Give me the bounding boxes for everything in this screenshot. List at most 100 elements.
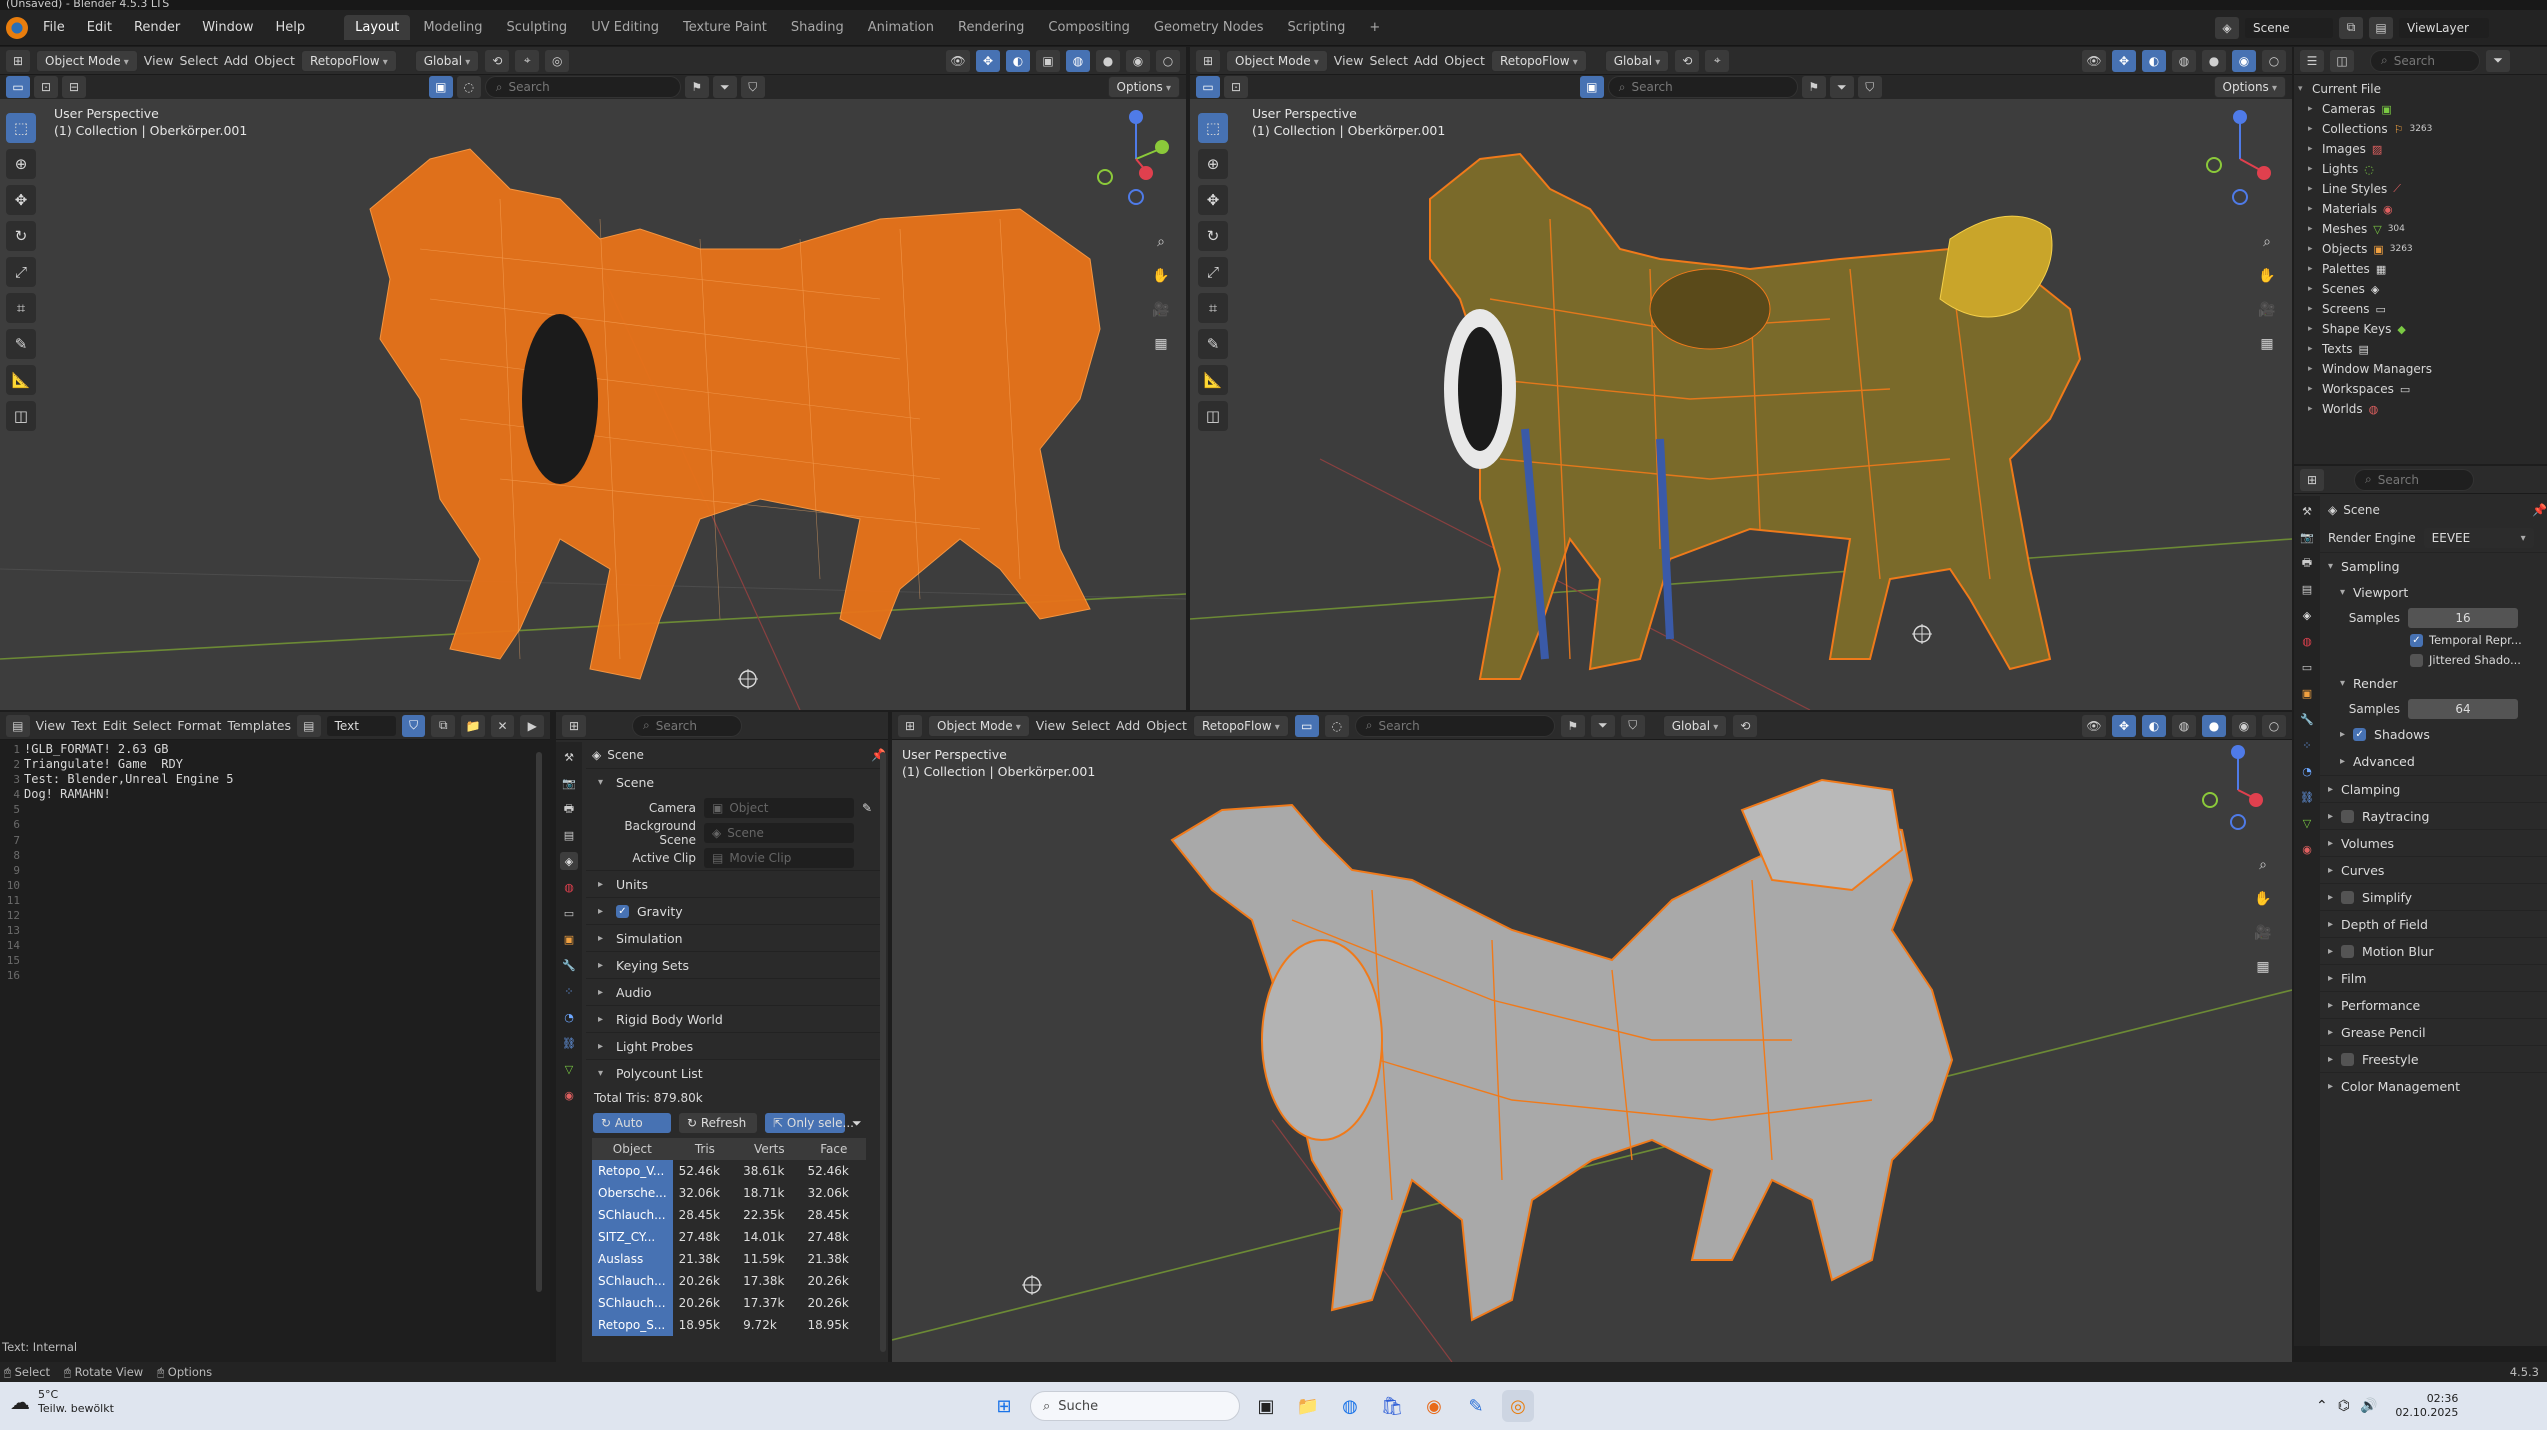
run-script-icon[interactable]: ▶ — [520, 714, 545, 737]
collection-tab-icon[interactable]: ▭ — [560, 904, 578, 922]
menu-view[interactable]: View — [1036, 718, 1066, 733]
viewport-top-left[interactable]: ⊞ Object Mode View Select Add Object Ret… — [0, 47, 1186, 710]
zoom-icon[interactable]: ⌕ — [2254, 229, 2280, 255]
properties-scrollbar[interactable] — [880, 752, 886, 1352]
open-text-icon[interactable]: 📁 — [461, 714, 485, 737]
auto-button[interactable]: ↻ Auto — [592, 1112, 672, 1134]
eyedropper-icon[interactable]: ✎ — [862, 801, 872, 815]
volume-icon[interactable]: 🔊 — [2360, 1398, 2377, 1414]
outliner-item-images[interactable]: ▸ Images ▨ — [2294, 139, 2547, 159]
editor-type-icon[interactable]: ⊞ — [2300, 468, 2324, 491]
viewport-samples-field[interactable]: 16 — [2408, 608, 2518, 628]
blender-logo-icon[interactable] — [6, 16, 28, 39]
shading-material-icon[interactable]: ◉ — [2232, 49, 2256, 72]
edge-icon[interactable]: ◍ — [1334, 1390, 1366, 1422]
new-scene-icon[interactable]: ⧉ — [2339, 16, 2363, 39]
viewport-canvas[interactable]: User Perspective (1) Collection | Oberkö… — [1190, 99, 2292, 710]
view-layer-tab-icon[interactable]: ▤ — [560, 826, 578, 844]
viewport-top-right[interactable]: ⊞ Object Mode View Select Add Object Ret… — [1190, 47, 2292, 710]
data-tab-icon[interactable]: ▽ — [560, 1060, 578, 1078]
shield-icon[interactable]: ⛉ — [1857, 76, 1882, 98]
rotate-tool[interactable]: ↻ — [6, 221, 36, 251]
outliner-search-input[interactable]: ⌕ Search — [2370, 49, 2480, 72]
transform-orientation-dropdown[interactable]: Global — [414, 49, 480, 72]
menu-text[interactable]: Text — [71, 718, 96, 733]
filter-icon[interactable]: ⏷ — [2486, 49, 2510, 72]
shading-wireframe-icon[interactable]: ◍ — [2172, 49, 2196, 72]
outliner-item-cameras[interactable]: ▸ Cameras ▣ — [2294, 99, 2547, 119]
visibility-icon[interactable]: 👁 — [946, 49, 970, 72]
panel-simplify[interactable]: ▸ Simplify — [2320, 883, 2547, 910]
object-name-cell[interactable]: SITZ_CY... — [592, 1226, 673, 1248]
filter-mesh-icon[interactable]: ▣ — [428, 76, 453, 98]
select-mode-icon[interactable]: ▭ — [6, 76, 30, 98]
overlay-icon[interactable]: ◐ — [2142, 49, 2166, 72]
outliner-item-objects[interactable]: ▸ Objects ▣ 3263 — [2294, 239, 2547, 259]
menu-help[interactable]: Help — [269, 16, 313, 39]
properties-search-input[interactable]: ⌕ Search — [632, 714, 742, 737]
menu-object[interactable]: Object — [1444, 53, 1485, 68]
taskbar-search[interactable]: ⌕ Suche — [1030, 1391, 1240, 1421]
data-tab-icon[interactable]: ▽ — [2298, 814, 2316, 832]
camera-view-icon[interactable]: 🎥 — [2250, 920, 2276, 946]
shading-material-icon[interactable]: ◉ — [2232, 714, 2256, 737]
active-clip-field[interactable]: ▤ Movie Clip — [704, 847, 854, 868]
viewport-canvas[interactable]: User Perspective (1) Collection | Oberkö… — [892, 740, 2292, 1362]
menu-object[interactable]: Object — [254, 53, 295, 68]
unlink-text-icon[interactable]: ✕ — [490, 714, 515, 737]
blender-taskbar-icon[interactable]: ◎ — [1502, 1390, 1534, 1422]
subpanel-advanced[interactable]: ▸ Advanced — [2320, 748, 2547, 775]
camera-view-icon[interactable]: 🎥 — [2254, 297, 2280, 323]
subpanel-viewport[interactable]: ▾ Viewport — [2320, 579, 2547, 606]
bookmark-icon[interactable]: ⚑ — [1560, 714, 1585, 737]
select-box-tool[interactable]: ⬚ — [6, 113, 36, 143]
text-content[interactable]: !GLB_FORMAT! 2.63 GB Triangulate! Game RD… — [24, 742, 234, 802]
shadows-checkbox[interactable]: ✓ — [2353, 728, 2367, 741]
measure-tool[interactable]: 📐 — [1198, 365, 1228, 395]
add-workspace-button[interactable]: + — [1358, 15, 1391, 40]
render-engine-dropdown[interactable]: EEVEE ▾ — [2423, 528, 2534, 548]
select-extend-icon[interactable]: ⊡ — [1224, 76, 1248, 98]
filter-icon[interactable]: ⏷ — [1590, 714, 1615, 737]
editor-type-icon[interactable]: ⊞ — [6, 49, 30, 72]
object-name-cell[interactable]: Retopo_V... — [592, 1160, 673, 1182]
temporal-checkbox[interactable]: ✓ — [2410, 633, 2423, 647]
freestyle-checkbox[interactable] — [2341, 1052, 2355, 1066]
modifier-tab-icon[interactable]: 🔧 — [2298, 710, 2316, 728]
table-row[interactable]: Retopo_S... 18.95k 9.72k 18.95k — [592, 1314, 866, 1336]
col-face[interactable]: Face — [801, 1138, 866, 1160]
scene-tab-icon[interactable]: ◈ — [560, 852, 578, 870]
material-tab-icon[interactable]: ◉ — [560, 1086, 578, 1104]
world-tab-icon[interactable]: ◍ — [2298, 632, 2316, 650]
snap-icon[interactable]: ⌖ — [1705, 49, 1730, 72]
table-row[interactable]: SChlauch... 28.45k 22.35k 28.45k — [592, 1204, 866, 1226]
outliner[interactable]: ☰ ◫ ⌕ Search ⏷ ▾ Current File ▸ Cameras ▣ ▸… — [2294, 47, 2547, 464]
select-extend-icon[interactable]: ⊡ — [34, 76, 58, 98]
proportional-icon[interactable]: ◎ — [545, 49, 570, 72]
menu-add[interactable]: Add — [1116, 718, 1140, 733]
outliner-item-window-managers[interactable]: ▸ Window Managers — [2294, 359, 2547, 379]
weather-widget[interactable]: ☁ 5°C Teilw. bewölkt — [10, 1388, 114, 1416]
tab-animation[interactable]: Animation — [857, 15, 945, 40]
panel-volumes[interactable]: ▸ Volumes — [2320, 829, 2547, 856]
menu-window[interactable]: Window — [195, 16, 260, 39]
text-editor[interactable]: ▤ View Text Edit Select Format Templates… — [0, 712, 550, 1362]
refresh-button[interactable]: ↻ Refresh — [678, 1112, 758, 1134]
scene-name[interactable]: Scene — [2245, 17, 2333, 38]
panel-freestyle[interactable]: ▸ Freestyle — [2320, 1045, 2547, 1072]
app-icon[interactable]: ✎ — [1460, 1390, 1492, 1422]
pivot-icon[interactable]: ⟲ — [1675, 49, 1700, 72]
editor-type-icon[interactable]: ▤ — [6, 714, 30, 737]
outliner-item-texts[interactable]: ▸ Texts ▤ — [2294, 339, 2547, 359]
transform-orientation-dropdown[interactable]: Global — [1662, 714, 1728, 737]
move-tool[interactable]: ✥ — [1198, 185, 1228, 215]
navigation-gizmo[interactable] — [1097, 110, 1169, 205]
panel-polycount-list[interactable]: ▾ Polycount List — [586, 1059, 886, 1086]
options-dropdown[interactable]: Options — [1107, 76, 1181, 98]
shading-wireframe-icon[interactable]: ◍ — [1066, 49, 1090, 72]
select-mode-icon[interactable]: ▭ — [1294, 714, 1319, 737]
table-row[interactable]: SITZ_CY... 27.48k 14.01k 27.48k — [592, 1226, 866, 1248]
bookmark-icon[interactable]: ⚑ — [1801, 76, 1826, 98]
retopoflow-dropdown[interactable]: RetopoFlow — [1490, 49, 1587, 72]
menu-file[interactable]: File — [36, 16, 72, 39]
